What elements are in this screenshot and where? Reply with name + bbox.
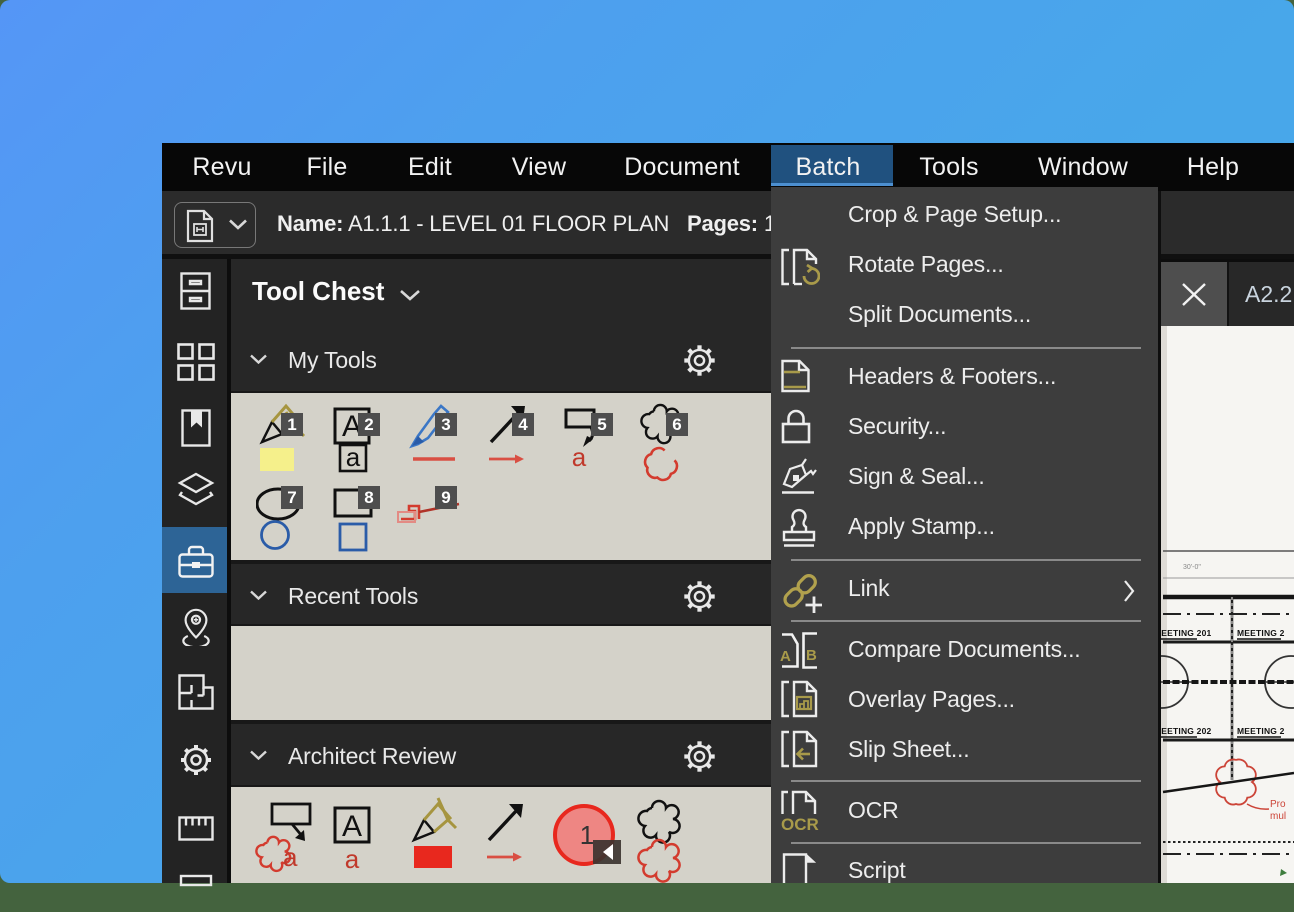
svg-text:a: a — [346, 442, 361, 472]
svg-text:MEETING 202: MEETING 202 — [1161, 726, 1212, 736]
svg-text:30'-0": 30'-0" — [1183, 564, 1201, 571]
svg-text:a: a — [283, 842, 298, 872]
svg-text:a: a — [572, 442, 587, 472]
svg-text:A: A — [342, 810, 362, 843]
svg-text:MEETING 2: MEETING 2 — [1237, 726, 1285, 736]
svg-text:MEETING 201: MEETING 201 — [1161, 628, 1212, 638]
svg-text:MEETING 2: MEETING 2 — [1237, 628, 1285, 638]
svg-text:1: 1 — [580, 820, 594, 850]
svg-text:a: a — [345, 844, 360, 874]
svg-text:Pro: Pro — [1270, 799, 1286, 810]
svg-text:mul: mul — [1270, 811, 1286, 822]
svg-text:B: B — [806, 647, 817, 664]
svg-text:OCR: OCR — [781, 815, 819, 832]
svg-text:A: A — [780, 648, 791, 665]
